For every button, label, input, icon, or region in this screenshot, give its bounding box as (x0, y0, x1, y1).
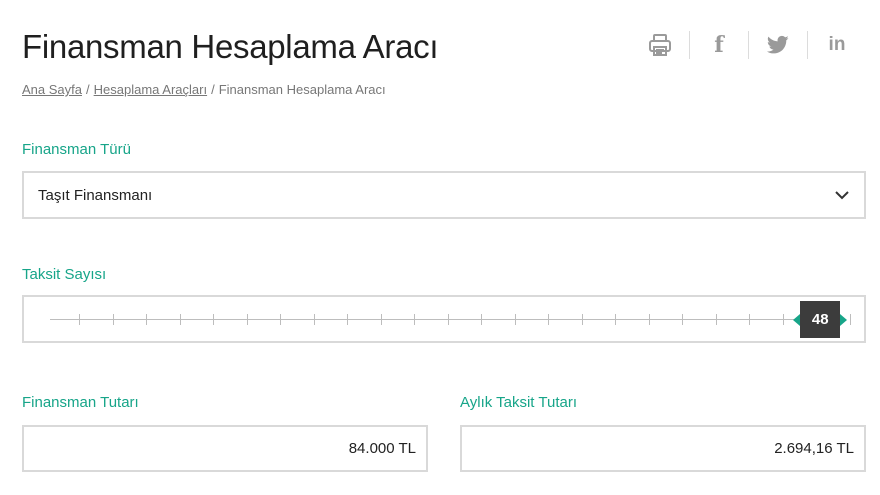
finance-amount-input[interactable] (24, 440, 416, 457)
slider-tick (380, 314, 382, 325)
twitter-icon (767, 35, 789, 54)
slider-tick (280, 314, 281, 325)
slider-tick (514, 314, 516, 325)
finance-type-label: Finansman Türü (22, 141, 131, 158)
page-title: Finansman Hesaplama Aracı (22, 28, 439, 65)
breadcrumb-current: Finansman Hesaplama Aracı (218, 82, 386, 97)
slider-tick (715, 314, 717, 325)
slider-tick (146, 314, 147, 325)
slider-tick (581, 314, 583, 325)
slider-tick (414, 314, 415, 325)
slider-handle[interactable]: 48 (793, 301, 848, 338)
print-icon (649, 34, 671, 56)
slider-tick (682, 314, 683, 325)
facebook-icon: f (714, 32, 724, 58)
slider-tick (782, 314, 784, 325)
breadcrumb-separator: / (211, 82, 215, 97)
slider-tick (849, 314, 851, 325)
share-bar: f in (631, 28, 866, 62)
finance-type-select[interactable]: Taşıt Finansmanı (22, 171, 866, 219)
breadcrumb: Ana Sayfa / Hesaplama Araçları / Finansman H… (22, 82, 386, 97)
monthly-installment-label: Aylık Taksit Tutarı (460, 394, 577, 411)
installments-slider[interactable]: 48 (22, 295, 866, 343)
slider-tick (179, 314, 181, 325)
twitter-share-button[interactable] (749, 28, 807, 62)
breadcrumb-link-home[interactable]: Ana Sayfa (22, 82, 82, 97)
breadcrumb-link-tools[interactable]: Hesaplama Araçları (94, 82, 207, 97)
installments-label: Taksit Sayısı (22, 266, 107, 283)
finance-amount-field[interactable] (22, 425, 428, 472)
linkedin-share-button[interactable]: in (808, 28, 866, 62)
slider-tick (548, 314, 549, 325)
slider-tick (213, 314, 214, 325)
facebook-share-button[interactable]: f (690, 28, 748, 62)
slider-value: 48 (811, 311, 829, 328)
slider-tick (112, 314, 114, 325)
slider-tick (313, 314, 315, 325)
slider-tick (749, 314, 750, 325)
finance-amount-label: Finansman Tutarı (22, 394, 139, 411)
slider-tick (246, 314, 248, 325)
finance-type-value: Taşıt Finansmanı (38, 186, 153, 204)
slider-tick (347, 314, 348, 325)
slider-tick (648, 314, 650, 325)
breadcrumb-separator: / (86, 82, 90, 97)
slider-tick (481, 314, 482, 325)
print-button[interactable] (631, 28, 689, 62)
slider-tick (79, 314, 80, 325)
monthly-installment-value: 2.694,16 TL (774, 440, 854, 457)
slider-tick (615, 314, 616, 325)
slider-tick (447, 314, 449, 325)
monthly-installment-field: 2.694,16 TL (460, 425, 866, 472)
linkedin-icon: in (828, 34, 846, 55)
chevron-down-icon (835, 191, 849, 200)
slider-track[interactable] (50, 314, 851, 325)
